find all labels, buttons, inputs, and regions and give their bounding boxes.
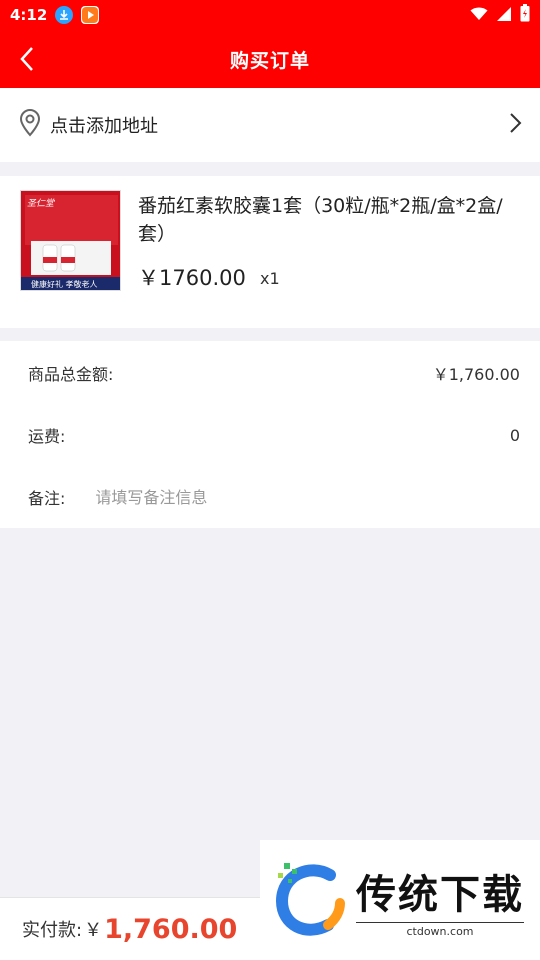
- product-price: ￥1760.00: [138, 266, 246, 290]
- product-image-brand-text: 圣仁堂: [27, 199, 55, 209]
- order-summary: 商品总金额: ￥1,760.00 运费: 0 备注:: [0, 341, 540, 528]
- site-watermark: 传统下载 ctdown.com: [260, 840, 540, 960]
- location-pin-icon: [18, 109, 42, 141]
- chevron-right-icon: [508, 112, 522, 138]
- product-name: 番茄红素软胶囊1套（30粒/瓶*2瓶/盒*2盒/套）: [138, 195, 503, 245]
- currency-symbol: ￥: [84, 920, 103, 941]
- watermark-logo-icon: [275, 863, 345, 936]
- product-quantity: x1: [260, 269, 280, 288]
- page-title: 购买订单: [229, 49, 310, 72]
- chevron-left-icon: [20, 47, 33, 71]
- product-card: 圣仁堂 健康好礼 孝敬老人 番茄红素软胶囊1套（30粒/瓶*2瓶/盒*2盒/套）…: [0, 176, 540, 328]
- total-amount-value: ￥1,760.00: [432, 365, 520, 384]
- video-app-notification-icon: [81, 6, 100, 24]
- cellular-signal-icon: [496, 6, 512, 25]
- shipping-label: 运费:: [28, 427, 66, 446]
- total-amount-row: 商品总金额: ￥1,760.00: [28, 361, 520, 385]
- shipping-row: 运费: 0: [28, 423, 520, 447]
- remark-row: 备注:: [28, 485, 520, 509]
- total-amount-label: 商品总金额:: [28, 365, 114, 384]
- remark-input[interactable]: [95, 487, 476, 507]
- actual-payment-amount: 1,760.00: [104, 913, 238, 945]
- actual-payment-label: 实付款:: [22, 920, 83, 941]
- status-time: 4:12: [10, 6, 48, 24]
- battery-icon: [520, 4, 530, 26]
- product-image-caption-text: 健康好礼 孝敬老人: [31, 280, 98, 289]
- add-address-label: 点击添加地址: [50, 116, 158, 137]
- app-header: 购买订单: [0, 30, 540, 88]
- wifi-icon: [470, 6, 488, 25]
- product-image: 圣仁堂 健康好礼 孝敬老人: [20, 190, 121, 291]
- remark-label: 备注:: [28, 489, 66, 508]
- shipping-value: 0: [509, 425, 520, 445]
- back-button[interactable]: [10, 42, 44, 76]
- watermark-url: ctdown.com: [356, 922, 524, 938]
- status-bar: 4:12: [0, 0, 540, 30]
- watermark-title: 传统下载: [356, 872, 524, 918]
- download-notification-icon: [55, 6, 74, 24]
- add-address-row[interactable]: 点击添加地址: [0, 88, 540, 162]
